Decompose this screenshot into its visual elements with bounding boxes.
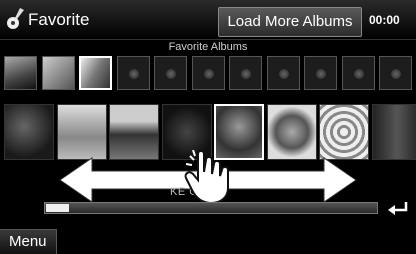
album-strip[interactable] <box>0 56 416 92</box>
album-slot[interactable] <box>379 56 412 90</box>
album-slot[interactable] <box>154 56 187 90</box>
album-slot[interactable] <box>191 56 225 90</box>
album-slot[interactable] <box>79 56 112 90</box>
album-slot[interactable] <box>41 56 75 90</box>
album-slot[interactable] <box>116 56 150 90</box>
guitar-icon <box>7 8 24 29</box>
empty-slot-icon <box>128 69 139 79</box>
favorite-albums-label: Favorite Albums <box>168 41 248 53</box>
empty-slot-icon <box>391 69 401 79</box>
scroll-thumb[interactable] <box>46 204 70 212</box>
album-slot[interactable] <box>229 56 262 90</box>
top-bar: Favorite Load More Albums 00:00 <box>0 0 416 40</box>
scroll-bar[interactable] <box>44 202 378 214</box>
album-cover-beach-chair[interactable] <box>56 104 107 160</box>
empty-slot-icon <box>316 69 326 79</box>
empty-slot-icon <box>241 69 251 79</box>
clock: 00:00 <box>369 13 400 27</box>
empty-slot-icon <box>353 69 364 79</box>
album-slot[interactable] <box>266 56 300 90</box>
empty-slot-icon <box>278 69 289 79</box>
empty-slot-icon <box>166 69 176 79</box>
favorite-screen: Favorite Load More Albums 00:00 Favorite… <box>0 0 416 254</box>
album-cover-trees[interactable] <box>109 104 159 160</box>
album-slot[interactable] <box>304 56 337 90</box>
swipe-hand-icon <box>184 150 229 204</box>
menu-button[interactable]: Menu <box>0 229 57 254</box>
page-title: Favorite <box>28 10 90 29</box>
load-more-albums-button[interactable]: Load More Albums <box>218 7 362 37</box>
album-slot[interactable] <box>341 56 375 90</box>
album-cover-statue[interactable] <box>371 104 416 160</box>
empty-slot-icon <box>203 69 214 79</box>
album-cover-flowers[interactable] <box>266 104 317 160</box>
return-icon[interactable] <box>384 196 412 220</box>
album-cover-mosaic[interactable] <box>319 104 369 160</box>
album-slot[interactable] <box>4 56 37 90</box>
album-cover-red-leaves[interactable] <box>4 104 54 160</box>
